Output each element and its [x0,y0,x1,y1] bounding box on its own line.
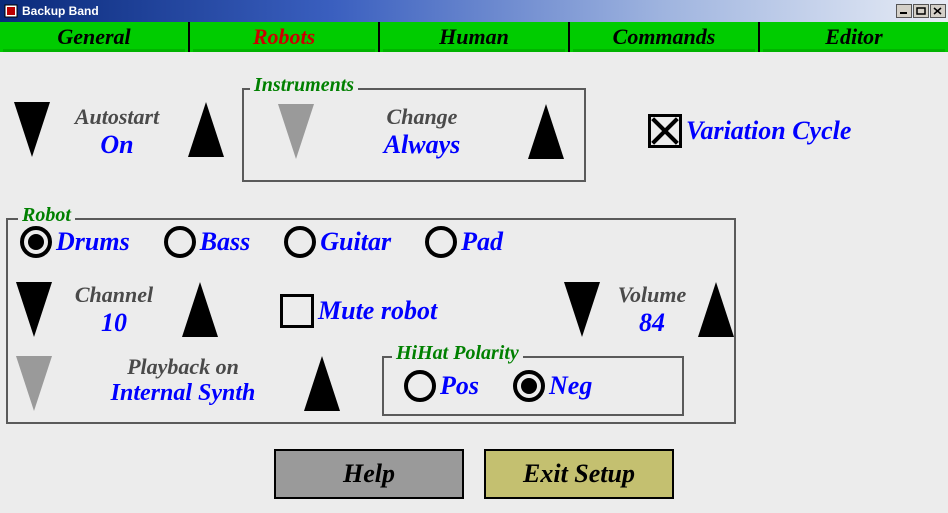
hihat-radio-neg-label: Neg [549,371,592,401]
mute-robot-label: Mute robot [318,296,437,326]
channel-decrease-arrow[interactable] [16,282,52,337]
volume-value: 84 [602,308,702,338]
autostart-increase-arrow[interactable] [188,102,224,157]
playback-decrease-arrow[interactable] [16,356,52,411]
robot-radio-pad[interactable] [425,226,457,258]
system-menu-icon[interactable] [4,4,18,18]
tab-robots[interactable]: Robots [190,22,380,52]
volume-label: Volume [602,282,702,308]
hihat-polarity-legend: HiHat Polarity [392,342,523,365]
playback-increase-arrow[interactable] [304,356,340,411]
volume-decrease-arrow[interactable] [564,282,600,337]
playback-field: Playback on Internal Synth [58,354,308,407]
hihat-radio-neg[interactable] [513,370,545,402]
robot-radio-pad-label: Pad [461,227,503,257]
tab-general[interactable]: General [0,22,190,52]
variation-cycle-checkbox-item: Variation Cycle [648,114,851,148]
robot-group: Robot Drums Bass Guitar Pad Channel [6,218,736,424]
robot-radio-bass-label: Bass [200,227,251,257]
hihat-radio-pos-label: Pos [440,371,479,401]
robot-radio-bass[interactable] [164,226,196,258]
volume-increase-arrow[interactable] [698,282,734,337]
robot-legend: Robot [18,204,75,227]
instruments-legend: Instruments [250,74,358,97]
window-maximize-button[interactable] [913,4,929,18]
window-minimize-button[interactable] [896,4,912,18]
autostart-field: Autostart On [52,104,182,160]
variation-cycle-checkbox[interactable] [648,114,682,148]
window-titlebar: Backup Band [0,0,948,22]
instruments-change-value: Always [352,130,492,160]
tab-editor[interactable]: Editor [760,22,948,52]
tab-commands[interactable]: Commands [570,22,760,52]
instruments-change-increase-arrow[interactable] [528,104,564,159]
volume-field: Volume 84 [602,282,702,338]
tab-bar: General Robots Human Commands Editor [0,22,948,52]
channel-field: Channel 10 [54,282,174,338]
autostart-label: Autostart [52,104,182,130]
instruments-change-field: Change Always [352,104,492,160]
robot-radio-drums[interactable] [20,226,52,258]
tab-human[interactable]: Human [380,22,570,52]
instruments-change-label: Change [352,104,492,130]
variation-cycle-label: Variation Cycle [686,116,851,146]
mute-robot-checkbox[interactable] [280,294,314,328]
channel-increase-arrow[interactable] [182,282,218,337]
hihat-radio-pos[interactable] [404,370,436,402]
instruments-group: Instruments Change Always [242,88,586,182]
robot-radio-guitar-label: Guitar [320,227,391,257]
autostart-value: On [52,130,182,160]
playback-value: Internal Synth [58,380,308,407]
hihat-polarity-group: HiHat Polarity Pos Neg [382,356,684,416]
instruments-change-decrease-arrow[interactable] [278,104,314,159]
exit-setup-button[interactable]: Exit Setup [484,449,674,499]
window-close-button[interactable] [930,4,946,18]
window-title: Backup Band [22,4,99,18]
channel-label: Channel [54,282,174,308]
playback-label: Playback on [58,354,308,380]
robot-radio-drums-label: Drums [56,227,130,257]
robot-radio-guitar[interactable] [284,226,316,258]
help-button[interactable]: Help [274,449,464,499]
autostart-decrease-arrow[interactable] [14,102,50,157]
channel-value: 10 [54,308,174,338]
